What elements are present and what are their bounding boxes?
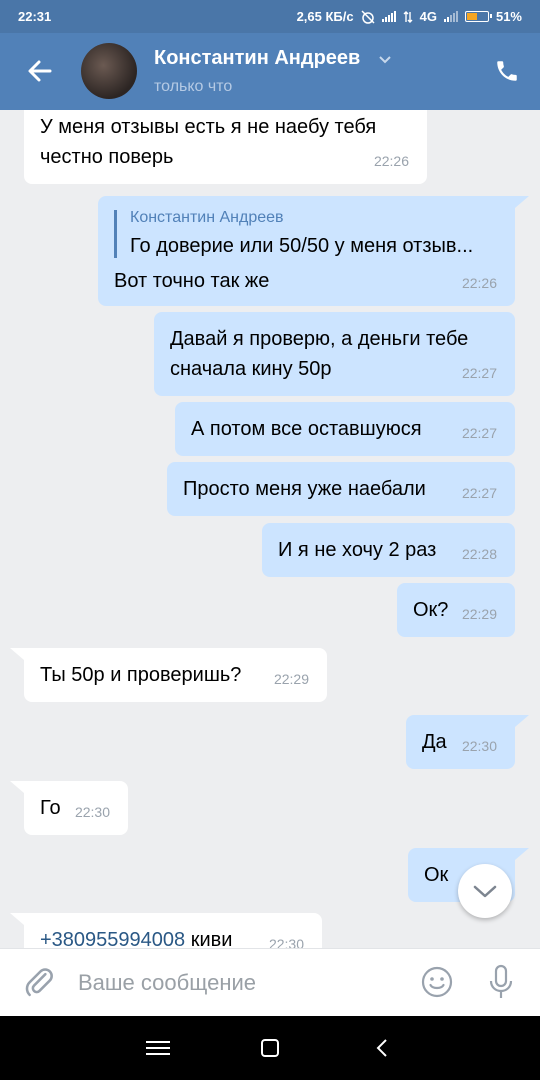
bubble-tail — [515, 715, 529, 727]
message-outgoing[interactable]: Да 22:30 — [406, 715, 515, 769]
status-time: 22:31 — [18, 9, 52, 24]
message-text: Вот точно так же — [114, 270, 270, 292]
message-time: 22:30 — [461, 738, 497, 754]
bubble-tail — [515, 196, 529, 208]
contact-status: только что — [154, 78, 233, 95]
message-text: Просто меня уже наебали — [183, 478, 426, 500]
message-text: У меня отзывы есть я не наебу тебя — [40, 116, 377, 138]
menu-icon[interactable] — [143, 1034, 173, 1062]
message-outgoing[interactable]: И я не хочу 2 раз 22:28 — [262, 523, 515, 577]
signal-icon — [381, 11, 396, 22]
message-time: 22:27 — [461, 365, 497, 381]
network-type: 4G — [419, 9, 437, 24]
message-time: 22:28 — [461, 546, 497, 562]
message-incoming[interactable]: Го 22:30 — [24, 781, 128, 835]
message-incoming[interactable]: Ты 50р и проверишь? 22:29 — [24, 648, 327, 702]
reply-quote-bar — [114, 210, 117, 258]
avatar[interactable] — [81, 43, 137, 99]
message-text: А потом все оставшуюся — [191, 418, 422, 440]
message-input[interactable] — [78, 967, 398, 999]
signal-2-icon — [443, 11, 458, 22]
message-time: 22:26 — [461, 275, 497, 291]
message-outgoing[interactable]: Давай я проверю, а деньги тебе сначала к… — [154, 312, 515, 396]
chevron-down-icon[interactable] — [378, 53, 392, 67]
message-text: Давай я проверю, а деньги тебе — [170, 328, 469, 350]
smile-icon[interactable] — [420, 965, 454, 999]
bubble-tail — [515, 848, 529, 860]
message-time: 22:30 — [268, 936, 304, 948]
bubble-tail — [10, 781, 24, 793]
message-text: сначала кину 50р — [170, 358, 332, 380]
message-incoming[interactable]: У меня отзывы есть я не наебу тебя честн… — [24, 110, 427, 184]
message-time: 22:29 — [461, 606, 497, 622]
message-time: 22:27 — [461, 485, 497, 501]
message-outgoing[interactable]: Константин Андреев Го доверие или 50/50 … — [98, 196, 515, 306]
message-time: 22:30 — [74, 804, 110, 820]
message-time: 22:29 — [273, 671, 309, 687]
message-list[interactable]: У меня отзывы есть я не наебу тебя честн… — [0, 110, 540, 948]
message-incoming[interactable]: +380955994008 киви 22:30 — [24, 913, 322, 948]
message-outgoing[interactable]: А потом все оставшуюся 22:27 — [175, 402, 515, 456]
message-time: 22:26 — [373, 153, 409, 169]
mic-icon[interactable] — [486, 963, 516, 1001]
scroll-down-button[interactable] — [458, 864, 512, 918]
phone-link[interactable]: +380955994008 — [40, 929, 185, 948]
battery-icon — [464, 11, 492, 22]
system-nav-bar — [0, 1016, 540, 1080]
chat-header: Константин Андреев только что — [0, 33, 540, 110]
alarm-off-icon — [361, 9, 375, 24]
back-icon[interactable] — [368, 1034, 398, 1062]
status-bar: 22:31 2,65 КБ/с 4G 51% — [0, 0, 540, 33]
home-icon[interactable] — [255, 1034, 285, 1062]
contact-name[interactable]: Константин Андреев — [154, 47, 360, 70]
bubble-tail — [10, 913, 24, 925]
message-outgoing[interactable]: Ок? 22:29 — [397, 583, 515, 637]
message-text: киви — [185, 929, 233, 948]
reply-text[interactable]: Го доверие или 50/50 у меня отзыв... — [130, 232, 473, 260]
message-outgoing[interactable]: Просто меня уже наебали 22:27 — [167, 462, 515, 516]
attach-icon[interactable] — [22, 965, 56, 999]
message-time: 22:27 — [461, 425, 497, 441]
reply-author[interactable]: Константин Андреев — [130, 208, 284, 228]
message-text: Ты 50р и проверишь? — [40, 664, 242, 686]
status-right: 2,65 КБ/с 4G 51% — [297, 9, 522, 24]
phone-icon[interactable] — [494, 58, 520, 84]
back-arrow-icon[interactable] — [24, 55, 56, 87]
network-speed: 2,65 КБ/с — [296, 9, 354, 24]
data-transfer-icon — [403, 10, 413, 23]
bubble-tail — [10, 648, 24, 660]
message-text: честно поверь — [40, 146, 174, 168]
message-input-bar — [0, 948, 540, 1017]
chevron-down-icon — [473, 885, 497, 898]
battery-percent: 51% — [495, 9, 522, 24]
